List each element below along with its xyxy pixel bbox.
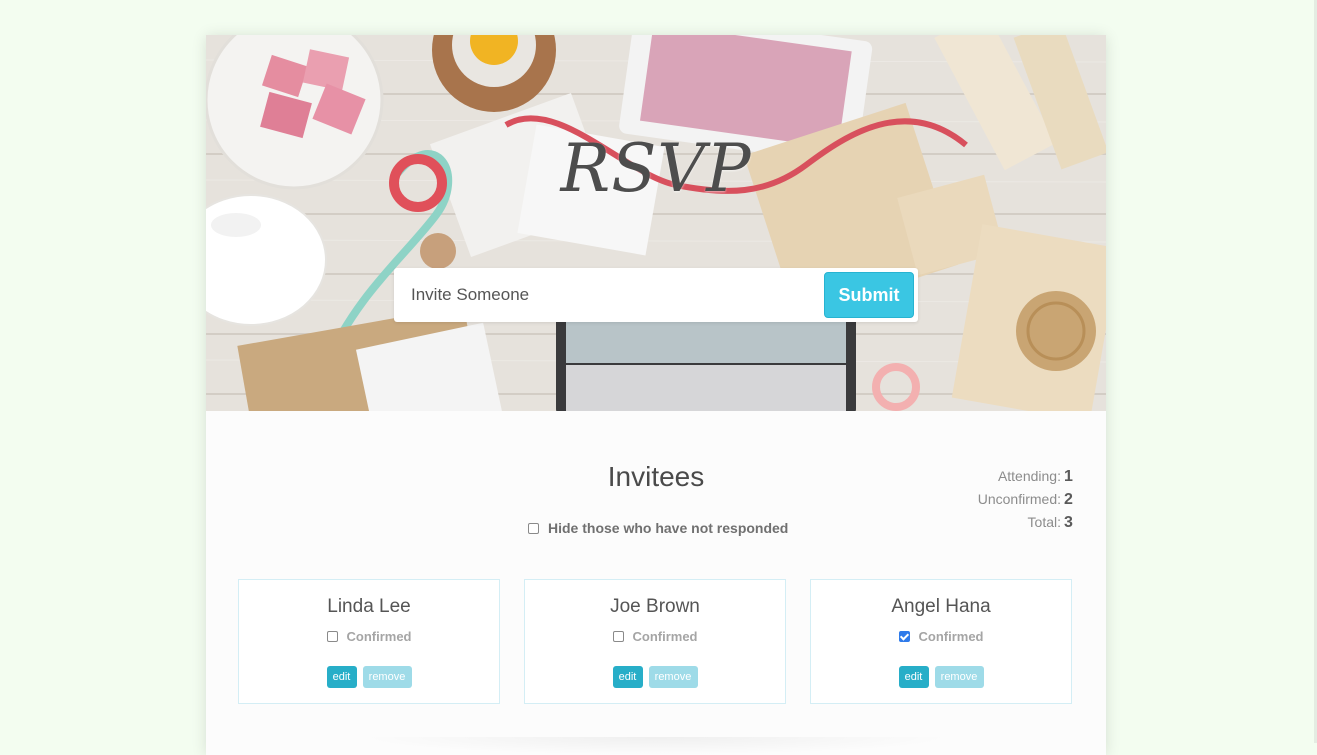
- confirmed-toggle[interactable]: Confirmed: [239, 629, 499, 644]
- invitee-card: Angel Hana Confirmed edit remove: [810, 579, 1072, 704]
- edit-button[interactable]: edit: [898, 666, 929, 688]
- invitee-actions: edit remove: [239, 666, 499, 688]
- footer-shadow: [356, 737, 956, 755]
- invitee-card: Joe Brown Confirmed edit remove: [524, 579, 786, 704]
- remove-button[interactable]: remove: [934, 666, 984, 688]
- unconfirmed-count: 2: [1064, 491, 1073, 508]
- edit-button[interactable]: edit: [326, 666, 357, 688]
- hide-unresponded-label: Hide those who have not responded: [548, 520, 789, 536]
- confirmed-checkbox[interactable]: [898, 631, 910, 642]
- total-count: 3: [1064, 514, 1073, 531]
- page-title: RSVP: [560, 130, 752, 207]
- edit-button[interactable]: edit: [612, 666, 643, 688]
- confirmed-label: Confirmed: [346, 629, 412, 644]
- rsvp-app: RSVP Submit Invitees Hide those who have…: [206, 35, 1106, 755]
- hide-unresponded-filter[interactable]: Hide those who have not responded: [528, 519, 788, 537]
- counter-unconfirmed: Unconfirmed: 2: [906, 488, 1074, 511]
- header-background-image: [206, 35, 1106, 411]
- hide-unresponded-checkbox[interactable]: [528, 522, 539, 534]
- confirmed-checkbox[interactable]: [612, 631, 624, 642]
- confirmed-label: Confirmed: [918, 629, 984, 644]
- unconfirmed-label: Unconfirmed:: [977, 491, 1061, 507]
- remove-button[interactable]: remove: [648, 666, 698, 688]
- total-label: Total:: [1027, 514, 1061, 530]
- invitee-name: Linda Lee: [327, 596, 411, 617]
- invitee-actions: edit remove: [525, 666, 785, 688]
- attending-label: Attending:: [997, 468, 1061, 484]
- attendance-counter: Attending: 1 Unconfirmed: 2 Total: 3: [906, 465, 1074, 534]
- invitee-name: Angel Hana: [891, 596, 991, 617]
- remove-button[interactable]: remove: [362, 666, 412, 688]
- invitee-card: Linda Lee Confirmed edit remove: [238, 579, 500, 704]
- header-banner: RSVP Submit: [206, 35, 1106, 411]
- invite-form: Submit: [394, 268, 918, 322]
- invite-input[interactable]: [394, 268, 821, 322]
- confirmed-toggle[interactable]: Confirmed: [525, 629, 785, 644]
- submit-button[interactable]: Submit: [824, 272, 914, 318]
- counter-total: Total: 3: [906, 511, 1074, 534]
- counter-attending: Attending: 1: [906, 465, 1074, 488]
- invitee-name: Joe Brown: [610, 596, 700, 617]
- attending-count: 1: [1064, 468, 1073, 485]
- invitee-actions: edit remove: [811, 666, 1071, 688]
- confirmed-label: Confirmed: [632, 629, 698, 644]
- confirmed-toggle[interactable]: Confirmed: [811, 629, 1071, 644]
- confirmed-checkbox[interactable]: [326, 631, 338, 642]
